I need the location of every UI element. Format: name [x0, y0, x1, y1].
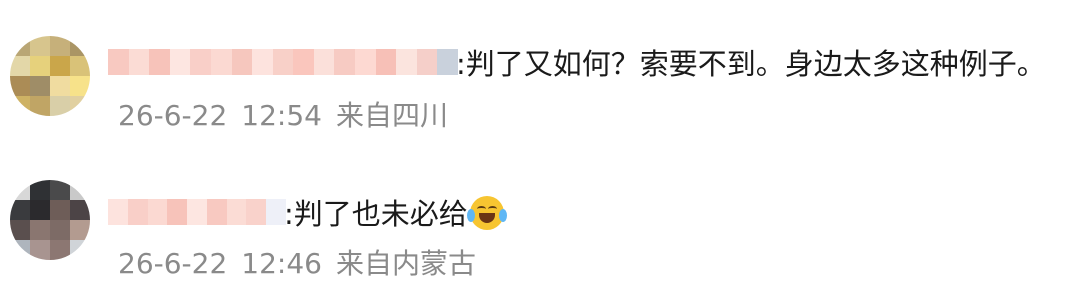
mosaic-block: [272, 49, 295, 75]
comment-date: 26-6-22: [118, 247, 228, 280]
avatar-pixel: [50, 200, 70, 220]
mosaic-block: [190, 49, 212, 75]
avatar-pixel: [70, 36, 90, 56]
comment-meta: 26-6-22 12:46 来自内蒙古: [118, 245, 490, 283]
avatar-pixel: [50, 240, 70, 260]
avatar-pixel: [10, 56, 30, 76]
username-redacted[interactable]: [108, 195, 286, 229]
avatar-pixel: [10, 200, 30, 220]
mosaic-block: [375, 49, 398, 75]
comment-location: 来自四川: [335, 99, 448, 132]
mosaic-block: [231, 49, 254, 75]
avatar-pixel: [70, 76, 90, 96]
avatar-pixel: [50, 36, 70, 56]
avatar-pixel: [30, 240, 50, 260]
mosaic-block: [210, 49, 233, 75]
avatar-pixel: [70, 180, 90, 200]
mosaic-block: [108, 199, 129, 225]
avatar-pixel: [50, 220, 70, 240]
comment-time: 12:54: [241, 99, 322, 132]
avatar-pixel: [10, 36, 30, 56]
username-separator: :: [284, 197, 294, 231]
mosaic-block: [128, 49, 151, 75]
mosaic-block: [355, 49, 377, 75]
comment-date: 26-6-22: [118, 99, 228, 132]
comment-text-line: :判了又如何？索要不到。身边太多这种例子。: [456, 44, 1046, 84]
mosaic-block: [169, 49, 192, 75]
avatar-pixel: [10, 220, 30, 240]
avatar-pixel: [50, 96, 70, 116]
mosaic-block: [252, 49, 274, 75]
mosaic-block: [416, 49, 439, 75]
avatar-pixel: [10, 240, 30, 260]
avatar-pixel: [70, 56, 90, 76]
mosaic-block: [167, 199, 189, 225]
mosaic-block: [293, 49, 315, 75]
comment-location: 来自内蒙古: [335, 247, 476, 280]
comment-time: 12:46: [241, 247, 322, 280]
avatar-pixel: [50, 180, 70, 200]
mosaic-block: [149, 49, 171, 75]
comment-item: :判了也未必给 26-6-22 12:46 来自内蒙古: [0, 150, 1080, 303]
comment-text: 判了也未必给: [293, 197, 468, 231]
avatar-pixel: [30, 96, 50, 116]
mosaic-block: [206, 199, 228, 225]
comment-meta: 26-6-22 12:54 来自四川: [118, 97, 462, 135]
avatar-pixel: [50, 76, 70, 96]
username-separator: :: [456, 47, 466, 81]
mosaic-block: [437, 49, 458, 75]
mosaic-block: [226, 199, 248, 225]
avatar[interactable]: [10, 36, 90, 116]
comment-text-line: :判了也未必给: [284, 194, 507, 234]
avatar-pixel: [30, 180, 50, 200]
username-redacted[interactable]: [108, 45, 458, 79]
avatar-pixel: [30, 56, 50, 76]
avatar-pixel: [10, 180, 30, 200]
mosaic-block: [127, 199, 149, 225]
mosaic-block: [334, 49, 357, 75]
avatar-pixel: [30, 76, 50, 96]
comment-text: 判了又如何？索要不到。身边太多这种例子。: [465, 47, 1046, 81]
comment-item: :判了又如何？索要不到。身边太多这种例子。 26-6-22 12:54 来自四川: [0, 0, 1080, 150]
avatar-pixel: [30, 220, 50, 240]
avatar-pixel: [10, 96, 30, 116]
mosaic-block: [187, 199, 208, 225]
mosaic-block: [396, 49, 418, 75]
avatar-pixel: [50, 56, 70, 76]
mosaic-block: [108, 49, 130, 75]
avatar-pixel: [70, 220, 90, 240]
avatar-pixel: [70, 240, 90, 260]
avatar-pixel: [30, 36, 50, 56]
mosaic-block: [147, 199, 169, 225]
avatar-pixel: [30, 200, 50, 220]
tears-of-joy-emoji-icon: [466, 196, 507, 230]
avatar-pixel: [70, 96, 90, 116]
mosaic-block: [313, 49, 336, 75]
avatar-pixel: [70, 200, 90, 220]
mosaic-block: [246, 199, 268, 225]
avatar-pixel: [10, 76, 30, 96]
avatar[interactable]: [10, 180, 90, 260]
